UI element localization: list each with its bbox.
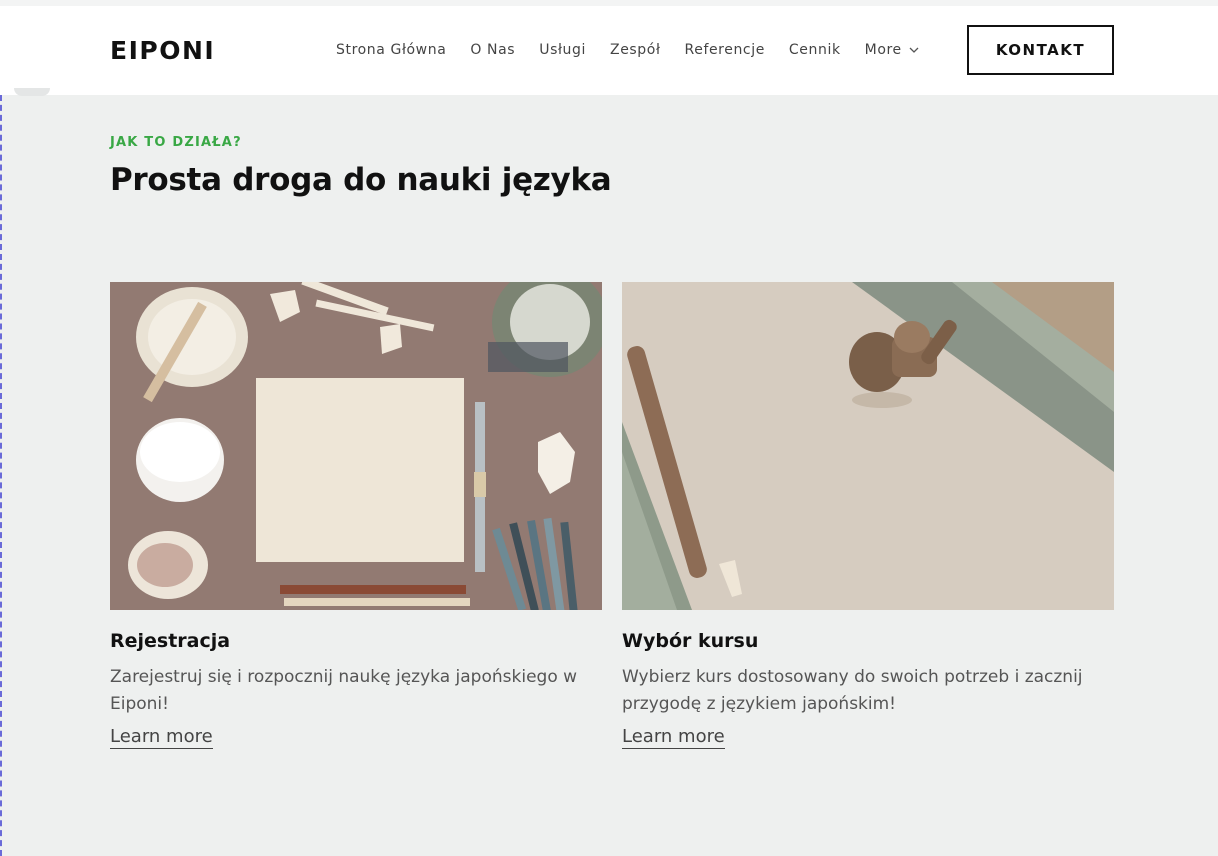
step-card-registration: Rejestracja Zarejestruj się i rozpocznij… [110,282,602,749]
nav-more-dropdown[interactable]: More [865,42,920,58]
stationery-flatlay-image [110,282,602,610]
edge-handle [14,88,50,96]
learn-more-link[interactable]: Learn more [110,726,213,749]
card-title: Wybór kursu [622,630,759,652]
edit-guide-line [0,95,2,856]
contact-button[interactable]: KONTAKT [967,25,1114,75]
section-heading: Prosta droga do nauki języka [110,162,612,198]
nav-item-pricing[interactable]: Cennik [789,42,841,58]
nav-item-testimonials[interactable]: Referencje [685,42,765,58]
site-logo[interactable]: EIPONI [110,36,215,65]
nav-item-about[interactable]: O Nas [470,42,515,58]
site-header: EIPONI Strona Główna O Nas Usługi Zespół… [0,6,1218,95]
nav-item-services[interactable]: Usługi [539,42,586,58]
nav-more-label: More [864,42,902,58]
card-description: Wybierz kurs dostosowany do swoich potrz… [622,667,1083,714]
main-nav: Strona Główna O Nas Usługi Zespół Refere… [336,40,920,60]
step-card-course-selection: Wybór kursu Wybierz kurs dostosowany do … [622,282,1114,749]
nav-item-home[interactable]: Strona Główna [336,42,446,58]
card-description: Zarejestruj się i rozpocznij naukę język… [110,667,578,714]
chevron-down-icon [909,47,919,53]
learn-more-link[interactable]: Learn more [622,726,725,749]
section-eyebrow: JAK TO DZIAŁA? [110,135,242,150]
pen-and-paper-image [622,282,1114,610]
nav-item-team[interactable]: Zespół [610,42,661,58]
card-title: Rejestracja [110,630,231,652]
